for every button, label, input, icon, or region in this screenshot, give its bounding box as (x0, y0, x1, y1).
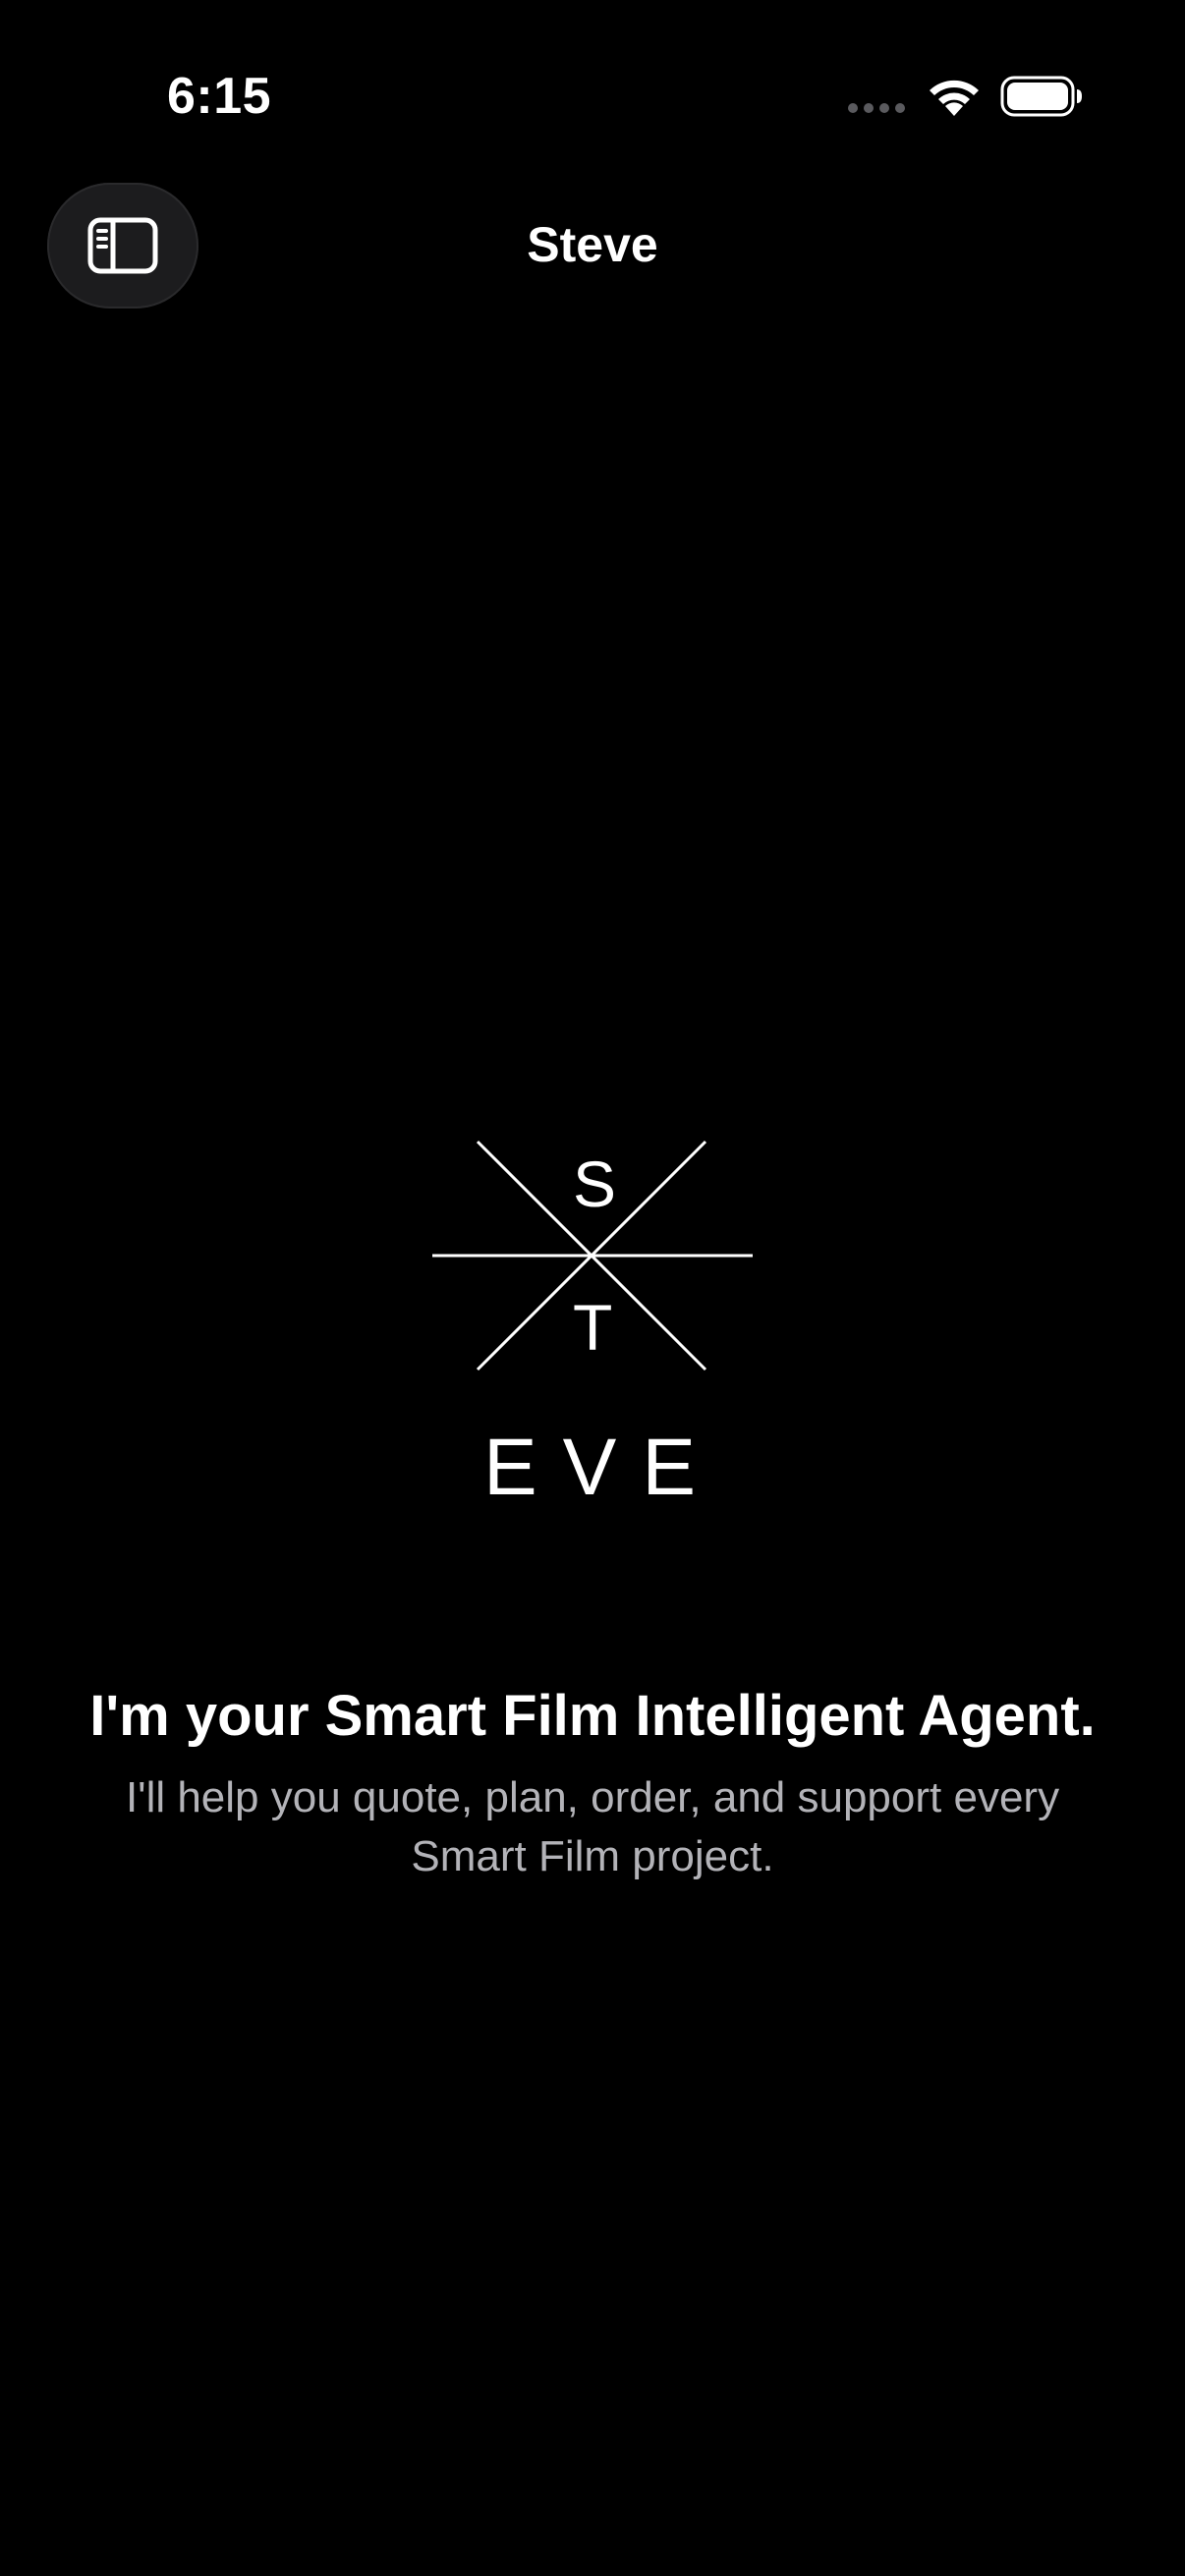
status-bar: 6:15 (0, 0, 1185, 187)
steve-logo: S T EVE (413, 1130, 772, 1523)
logo-letter-s: S (573, 1148, 617, 1220)
battery-icon (1000, 76, 1082, 117)
wifi-icon (930, 80, 979, 116)
logo-letter-t: T (573, 1291, 613, 1364)
logo-wordmark: EVE (482, 1423, 722, 1512)
intro-heading: I'm your Smart Film Intelligent Agent. (89, 1684, 1096, 1748)
page-title: Steve (527, 217, 658, 272)
intro-body: I'll help you quote, plan, order, and su… (125, 1773, 1060, 1880)
cellular-icon (848, 103, 905, 113)
status-time: 6:15 (167, 68, 272, 125)
